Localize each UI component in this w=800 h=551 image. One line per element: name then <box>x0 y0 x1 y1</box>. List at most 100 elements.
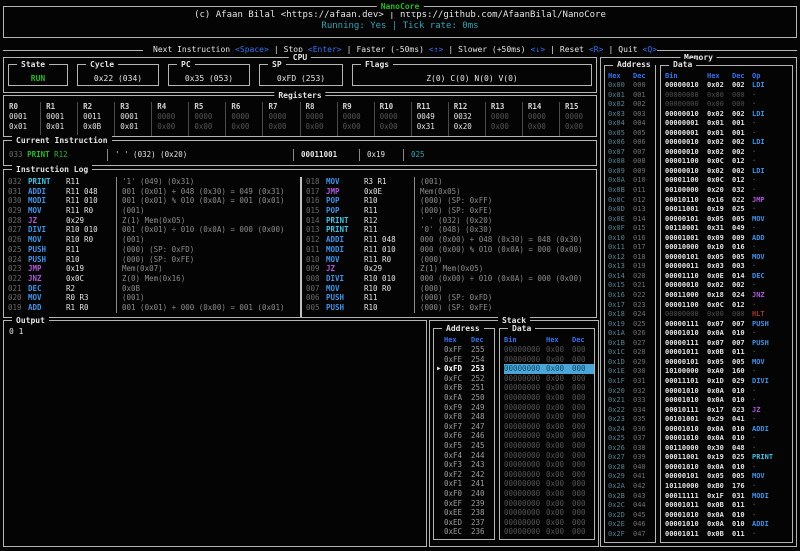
menu-item[interactable]: |Reset<R> <box>545 44 603 56</box>
app-title: NanoCore <box>377 1 424 12</box>
stack-addr-hex: 0xF2 <box>444 470 471 480</box>
log-row: 007 MOV R10 R0 (000) <box>302 284 596 294</box>
log-index: 022 <box>4 274 28 284</box>
stack-pointer-icon <box>437 527 444 537</box>
stack-value-bin: 00000000 <box>504 441 546 451</box>
memory-opcode: LDI <box>752 167 792 177</box>
menu-item[interactable]: |Faster (-50ms)<↑> <box>342 44 444 56</box>
memory-addr-dec: 023 <box>633 301 653 311</box>
menu-item[interactable]: Next Instruction<Space> <box>143 44 269 56</box>
log-mnemonic: MOV <box>326 255 364 265</box>
stack-address-row: 0xF9 249 <box>437 403 494 413</box>
log-operands: R11 <box>66 177 116 187</box>
memory-value-hex: 0x19 <box>707 205 732 215</box>
memory-value-bin: 00000111 <box>665 339 707 349</box>
memory-addr-hex: 0x2F <box>608 530 633 540</box>
memory-addr-hex: 0x10 <box>608 234 633 244</box>
stack-value-bin: 00000000 <box>504 355 546 365</box>
memory-addr-hex: 0x22 <box>608 406 633 416</box>
stack-value-bin: 00000000 <box>504 470 546 480</box>
log-detail: (000) (SP: 0xFD) <box>116 245 300 255</box>
memory-address-row: 0x2D 045 <box>608 511 655 521</box>
memory-addr-hex: 0x2A <box>608 482 633 492</box>
memory-value-dec: 012 <box>732 301 752 311</box>
log-row: 030 MODI R11 010 001 (0x01) % 010 (0x0A)… <box>4 196 300 206</box>
log-detail: 000 (0x00) + 048 (0x30) = 048 (0x30) <box>414 235 596 245</box>
memory-data-row: 00000010 0x02 002 LDI <box>665 138 792 148</box>
memory-addr-dec: 020 <box>633 272 653 282</box>
stack-data-row: 00000000 0x00 000 <box>504 479 594 489</box>
memory-data-row: 00001001 0x09 009 ADD <box>665 234 792 244</box>
memory-data-row: 00001010 0x0A 010 · <box>665 434 792 444</box>
log-row: 013 PRINT R11 '0' (048) (0x30) <box>302 225 596 235</box>
log-mnemonic: MOV <box>326 284 364 294</box>
log-row: 021 DEC R2 0x0B <box>4 284 300 294</box>
stack-value-dec: 000 <box>572 441 592 451</box>
register-hex: 0x00 <box>528 122 559 132</box>
memory-value-bin: 00110000 <box>665 444 707 454</box>
stack-value-hex: 0x00 <box>546 431 572 441</box>
memory-addr-dec: 001 <box>633 91 653 101</box>
memory-address-row: 0x14 020 <box>608 272 655 282</box>
memory-value-bin: 00110001 <box>665 224 707 234</box>
menu-item[interactable]: |Quit<Q> <box>603 44 657 56</box>
memory-value-bin: 00000010 <box>665 281 707 291</box>
log-mnemonic: MOV <box>28 206 66 216</box>
log-operands: R11 010 <box>66 196 116 206</box>
memory-data-row: 00000010 0x02 002 · <box>665 148 792 158</box>
memory-addr-hex: 0x14 <box>608 272 633 282</box>
log-operands: 0x0E <box>364 187 414 197</box>
memory-addr-hex: 0x24 <box>608 425 633 435</box>
memory-address-row: 0x01 001 <box>608 91 655 101</box>
stack-value-dec: 000 <box>572 499 592 509</box>
log-row: 022 JNZ 0x0C Z(0) Mem(0x16) <box>4 274 300 284</box>
stack-address-row: 0xF0 240 <box>437 489 494 499</box>
memory-opcode: · <box>752 396 792 406</box>
memory-value-bin: 00001001 <box>665 234 707 244</box>
memory-value-dec: 000 <box>732 100 752 110</box>
stack-addr-hex: 0xFF <box>444 345 471 355</box>
stack-value-dec: 000 <box>572 374 592 384</box>
memory-value-dec: 031 <box>732 492 752 502</box>
register-dec: 0000 <box>565 112 596 122</box>
memory-addr-hex: 0x29 <box>608 472 633 482</box>
register-dec: 0049 <box>417 112 448 122</box>
memory-addr-hex: 0x23 <box>608 415 633 425</box>
stack-value-dec: 000 <box>572 479 592 489</box>
memory-addr-dec: 045 <box>633 511 653 521</box>
stack-data-row: 00000000 0x00 000 <box>504 508 594 518</box>
memory-opcode: · <box>752 463 792 473</box>
memory-value-hex: 0xB0 <box>707 482 732 492</box>
memory-value-bin: 00001010 <box>665 329 707 339</box>
stack-data-row: 00000000 0x00 000 <box>504 489 594 499</box>
menu-rule-left <box>3 50 143 51</box>
stack-value-bin: 00000000 <box>504 460 546 470</box>
menu-item[interactable]: |Slower (+50ms)<↓> <box>443 44 545 56</box>
stack-address-row: 0xF5 245 <box>437 441 494 451</box>
memory-addr-dec: 029 <box>633 358 653 368</box>
memory-addr-dec: 038 <box>633 444 653 454</box>
log-operands: R12 <box>364 216 414 226</box>
stack-data-row: 00000000 0x00 000 <box>504 355 594 365</box>
memory-value-hex: 0x07 <box>707 339 732 349</box>
register-hex: 0x00 <box>343 122 374 132</box>
memory-addr-dec: 047 <box>633 530 653 540</box>
memory-data-row: 00001010 0x0A 010 ADDI <box>665 425 792 435</box>
log-index: 011 <box>302 245 326 255</box>
stack-value-hex: 0x00 <box>546 441 572 451</box>
stack-panel: Stack Address HexDec 0xFF 255 0xFE 254 <box>429 320 599 547</box>
memory-data-row: 00000111 0x07 007 PUSH <box>665 320 792 330</box>
memory-opcode: · <box>752 148 792 158</box>
memory-value-hex: 0x0B <box>707 530 732 540</box>
memory-address-row: 0x28 040 <box>608 463 655 473</box>
log-row: 008 DIVI R10 010 000 (0x00) ÷ 010 (0x0A)… <box>302 274 596 284</box>
stack-data-row: 00000000 0x00 000 <box>504 431 594 441</box>
memory-addr-dec: 042 <box>633 482 653 492</box>
memory-addr-dec: 012 <box>633 196 653 206</box>
memory-address-row: 0x07 007 <box>608 148 655 158</box>
stack-data-row: 00000000 0x00 000 <box>504 403 594 413</box>
stack-address-row: 0xF2 242 <box>437 470 494 480</box>
memory-opcode: · <box>752 100 792 110</box>
memory-value-dec: 001 <box>732 129 752 139</box>
stack-pointer-icon <box>437 403 444 413</box>
